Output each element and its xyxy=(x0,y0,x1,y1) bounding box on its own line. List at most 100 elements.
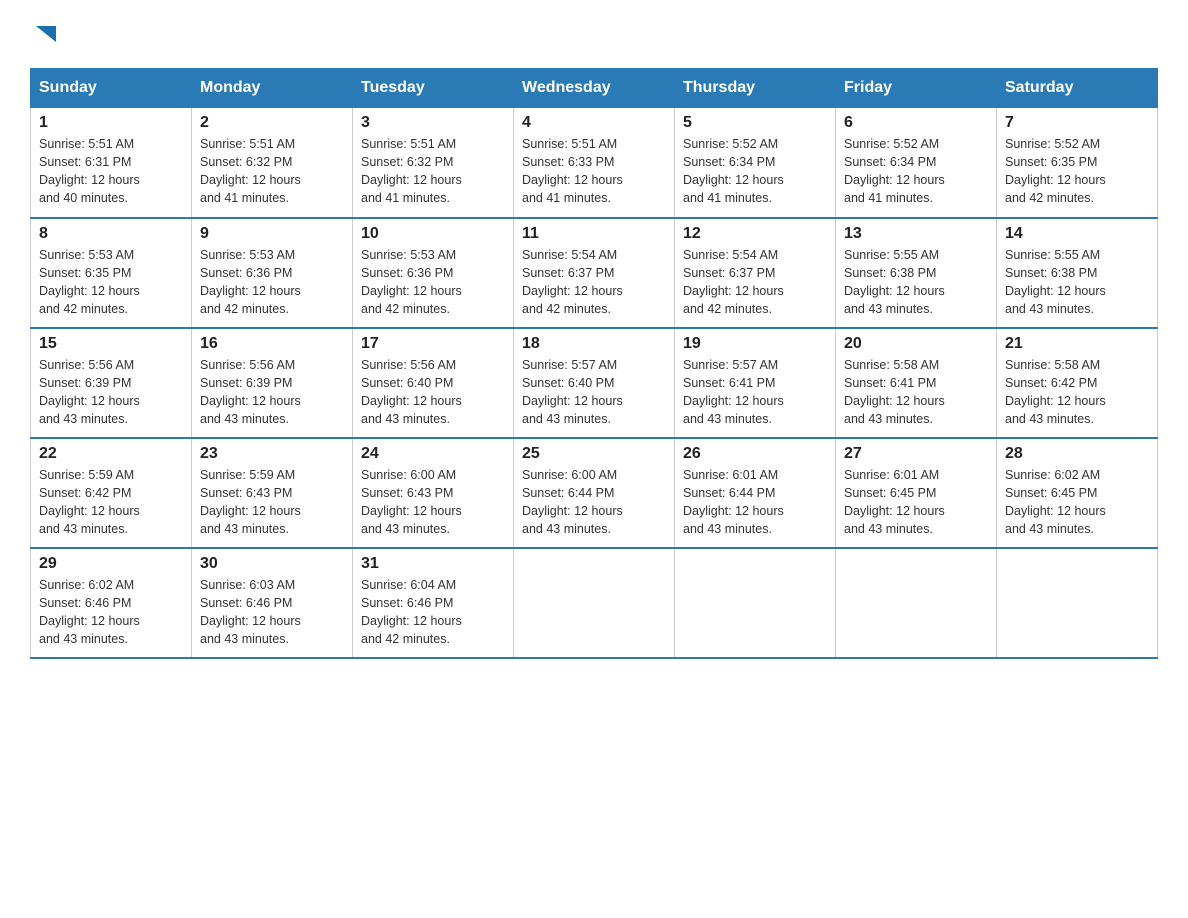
day-number: 13 xyxy=(844,225,988,243)
day-info: Sunrise: 5:56 AM Sunset: 6:39 PM Dayligh… xyxy=(200,356,344,429)
day-info: Sunrise: 5:57 AM Sunset: 6:41 PM Dayligh… xyxy=(683,356,827,429)
calendar-cell: 4 Sunrise: 5:51 AM Sunset: 6:33 PM Dayli… xyxy=(514,108,675,218)
day-number: 24 xyxy=(361,445,505,463)
calendar-cell: 6 Sunrise: 5:52 AM Sunset: 6:34 PM Dayli… xyxy=(836,108,997,218)
day-info: Sunrise: 5:58 AM Sunset: 6:42 PM Dayligh… xyxy=(1005,356,1149,429)
calendar-cell: 11 Sunrise: 5:54 AM Sunset: 6:37 PM Dayl… xyxy=(514,218,675,328)
col-header-saturday: Saturday xyxy=(997,69,1158,108)
logo-arrow-icon xyxy=(32,20,60,48)
day-info: Sunrise: 5:51 AM Sunset: 6:32 PM Dayligh… xyxy=(361,135,505,208)
day-info: Sunrise: 5:56 AM Sunset: 6:39 PM Dayligh… xyxy=(39,356,183,429)
day-info: Sunrise: 5:54 AM Sunset: 6:37 PM Dayligh… xyxy=(522,246,666,319)
day-number: 16 xyxy=(200,335,344,353)
day-number: 18 xyxy=(522,335,666,353)
calendar-week-row: 22 Sunrise: 5:59 AM Sunset: 6:42 PM Dayl… xyxy=(31,438,1158,548)
calendar-cell xyxy=(997,548,1158,658)
calendar-cell: 14 Sunrise: 5:55 AM Sunset: 6:38 PM Dayl… xyxy=(997,218,1158,328)
calendar-cell: 13 Sunrise: 5:55 AM Sunset: 6:38 PM Dayl… xyxy=(836,218,997,328)
day-number: 30 xyxy=(200,555,344,573)
day-info: Sunrise: 5:51 AM Sunset: 6:33 PM Dayligh… xyxy=(522,135,666,208)
calendar-cell: 3 Sunrise: 5:51 AM Sunset: 6:32 PM Dayli… xyxy=(353,108,514,218)
day-info: Sunrise: 5:59 AM Sunset: 6:42 PM Dayligh… xyxy=(39,466,183,539)
day-number: 19 xyxy=(683,335,827,353)
day-number: 12 xyxy=(683,225,827,243)
day-number: 9 xyxy=(200,225,344,243)
day-info: Sunrise: 5:58 AM Sunset: 6:41 PM Dayligh… xyxy=(844,356,988,429)
day-number: 25 xyxy=(522,445,666,463)
calendar-week-row: 1 Sunrise: 5:51 AM Sunset: 6:31 PM Dayli… xyxy=(31,108,1158,218)
day-number: 27 xyxy=(844,445,988,463)
day-number: 11 xyxy=(522,225,666,243)
col-header-tuesday: Tuesday xyxy=(353,69,514,108)
day-info: Sunrise: 5:52 AM Sunset: 6:34 PM Dayligh… xyxy=(683,135,827,208)
day-info: Sunrise: 6:01 AM Sunset: 6:44 PM Dayligh… xyxy=(683,466,827,539)
day-number: 3 xyxy=(361,114,505,132)
col-header-sunday: Sunday xyxy=(31,69,192,108)
col-header-monday: Monday xyxy=(192,69,353,108)
calendar-cell xyxy=(836,548,997,658)
day-number: 8 xyxy=(39,225,183,243)
page-header xyxy=(30,20,1158,48)
day-info: Sunrise: 5:52 AM Sunset: 6:34 PM Dayligh… xyxy=(844,135,988,208)
day-info: Sunrise: 5:53 AM Sunset: 6:36 PM Dayligh… xyxy=(361,246,505,319)
calendar-cell: 19 Sunrise: 5:57 AM Sunset: 6:41 PM Dayl… xyxy=(675,328,836,438)
calendar-week-row: 15 Sunrise: 5:56 AM Sunset: 6:39 PM Dayl… xyxy=(31,328,1158,438)
day-info: Sunrise: 5:57 AM Sunset: 6:40 PM Dayligh… xyxy=(522,356,666,429)
calendar-cell: 31 Sunrise: 6:04 AM Sunset: 6:46 PM Dayl… xyxy=(353,548,514,658)
day-info: Sunrise: 6:04 AM Sunset: 6:46 PM Dayligh… xyxy=(361,576,505,649)
day-info: Sunrise: 5:59 AM Sunset: 6:43 PM Dayligh… xyxy=(200,466,344,539)
calendar-cell: 10 Sunrise: 5:53 AM Sunset: 6:36 PM Dayl… xyxy=(353,218,514,328)
calendar-cell: 28 Sunrise: 6:02 AM Sunset: 6:45 PM Dayl… xyxy=(997,438,1158,548)
day-info: Sunrise: 5:56 AM Sunset: 6:40 PM Dayligh… xyxy=(361,356,505,429)
day-info: Sunrise: 6:02 AM Sunset: 6:46 PM Dayligh… xyxy=(39,576,183,649)
day-number: 29 xyxy=(39,555,183,573)
day-number: 15 xyxy=(39,335,183,353)
col-header-wednesday: Wednesday xyxy=(514,69,675,108)
calendar-cell: 15 Sunrise: 5:56 AM Sunset: 6:39 PM Dayl… xyxy=(31,328,192,438)
day-info: Sunrise: 6:01 AM Sunset: 6:45 PM Dayligh… xyxy=(844,466,988,539)
day-number: 28 xyxy=(1005,445,1149,463)
day-number: 21 xyxy=(1005,335,1149,353)
calendar-cell: 9 Sunrise: 5:53 AM Sunset: 6:36 PM Dayli… xyxy=(192,218,353,328)
calendar-cell: 20 Sunrise: 5:58 AM Sunset: 6:41 PM Dayl… xyxy=(836,328,997,438)
day-number: 14 xyxy=(1005,225,1149,243)
calendar-cell: 21 Sunrise: 5:58 AM Sunset: 6:42 PM Dayl… xyxy=(997,328,1158,438)
day-number: 10 xyxy=(361,225,505,243)
col-header-thursday: Thursday xyxy=(675,69,836,108)
calendar-cell: 25 Sunrise: 6:00 AM Sunset: 6:44 PM Dayl… xyxy=(514,438,675,548)
calendar-cell: 22 Sunrise: 5:59 AM Sunset: 6:42 PM Dayl… xyxy=(31,438,192,548)
calendar-cell: 30 Sunrise: 6:03 AM Sunset: 6:46 PM Dayl… xyxy=(192,548,353,658)
calendar-cell: 7 Sunrise: 5:52 AM Sunset: 6:35 PM Dayli… xyxy=(997,108,1158,218)
day-info: Sunrise: 5:52 AM Sunset: 6:35 PM Dayligh… xyxy=(1005,135,1149,208)
calendar-table: SundayMondayTuesdayWednesdayThursdayFrid… xyxy=(30,68,1158,659)
day-number: 22 xyxy=(39,445,183,463)
day-info: Sunrise: 5:54 AM Sunset: 6:37 PM Dayligh… xyxy=(683,246,827,319)
calendar-cell: 23 Sunrise: 5:59 AM Sunset: 6:43 PM Dayl… xyxy=(192,438,353,548)
day-info: Sunrise: 5:51 AM Sunset: 6:31 PM Dayligh… xyxy=(39,135,183,208)
calendar-cell: 18 Sunrise: 5:57 AM Sunset: 6:40 PM Dayl… xyxy=(514,328,675,438)
day-info: Sunrise: 5:53 AM Sunset: 6:35 PM Dayligh… xyxy=(39,246,183,319)
day-number: 23 xyxy=(200,445,344,463)
day-number: 2 xyxy=(200,114,344,132)
day-number: 6 xyxy=(844,114,988,132)
calendar-cell xyxy=(514,548,675,658)
calendar-cell: 5 Sunrise: 5:52 AM Sunset: 6:34 PM Dayli… xyxy=(675,108,836,218)
day-info: Sunrise: 5:53 AM Sunset: 6:36 PM Dayligh… xyxy=(200,246,344,319)
day-number: 5 xyxy=(683,114,827,132)
calendar-week-row: 29 Sunrise: 6:02 AM Sunset: 6:46 PM Dayl… xyxy=(31,548,1158,658)
day-info: Sunrise: 6:00 AM Sunset: 6:43 PM Dayligh… xyxy=(361,466,505,539)
calendar-cell: 2 Sunrise: 5:51 AM Sunset: 6:32 PM Dayli… xyxy=(192,108,353,218)
day-info: Sunrise: 5:55 AM Sunset: 6:38 PM Dayligh… xyxy=(844,246,988,319)
day-number: 7 xyxy=(1005,114,1149,132)
day-number: 26 xyxy=(683,445,827,463)
day-number: 1 xyxy=(39,114,183,132)
calendar-cell: 27 Sunrise: 6:01 AM Sunset: 6:45 PM Dayl… xyxy=(836,438,997,548)
day-number: 20 xyxy=(844,335,988,353)
day-info: Sunrise: 6:00 AM Sunset: 6:44 PM Dayligh… xyxy=(522,466,666,539)
day-info: Sunrise: 6:02 AM Sunset: 6:45 PM Dayligh… xyxy=(1005,466,1149,539)
calendar-cell: 16 Sunrise: 5:56 AM Sunset: 6:39 PM Dayl… xyxy=(192,328,353,438)
day-number: 4 xyxy=(522,114,666,132)
calendar-cell: 29 Sunrise: 6:02 AM Sunset: 6:46 PM Dayl… xyxy=(31,548,192,658)
calendar-week-row: 8 Sunrise: 5:53 AM Sunset: 6:35 PM Dayli… xyxy=(31,218,1158,328)
calendar-cell: 24 Sunrise: 6:00 AM Sunset: 6:43 PM Dayl… xyxy=(353,438,514,548)
